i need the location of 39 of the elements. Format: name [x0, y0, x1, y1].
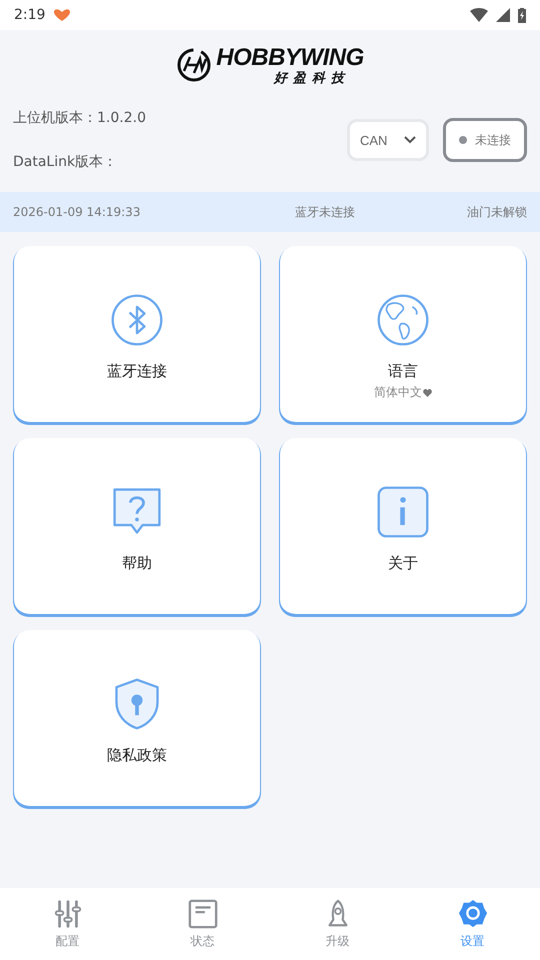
signal-icon [496, 8, 510, 22]
settings-icon [458, 898, 488, 928]
nav-tab[interactable]: 设置 [405, 888, 540, 960]
card-title: 关于 [388, 554, 418, 573]
datalink-version: DataLink版本： [13, 153, 118, 171]
status-dot [459, 136, 467, 144]
menu-card[interactable]: 关于 [280, 438, 526, 616]
brand-subtitle: 好盈科技 [274, 72, 350, 84]
menu-card[interactable]: 蓝牙连接 [14, 246, 260, 424]
info-icon [375, 484, 431, 540]
nav-tab[interactable]: 升级 [270, 888, 405, 960]
menu-card[interactable]: 隐私政策 [14, 630, 260, 808]
chevron-down-icon [404, 136, 416, 144]
datetime: 2026-01-09 14:19:33 [13, 205, 142, 219]
menu-card[interactable]: 语言 简体中文 [280, 246, 526, 424]
battery-icon [518, 8, 526, 22]
brand-name: HOBBYWING [216, 46, 364, 70]
heart-icon [423, 388, 432, 396]
clock: 2:19 [14, 7, 46, 23]
sliders-icon [52, 898, 82, 928]
card-title: 语言 [388, 362, 418, 381]
logo-icon [176, 47, 212, 83]
card-subtitle: 简体中文 [374, 384, 422, 401]
throttle-status: 油门未解锁 [467, 204, 527, 220]
app-version: 上位机版本：1.0.2.0 [13, 109, 147, 127]
card-title: 隐私政策 [107, 746, 167, 765]
bluetooth-status: 蓝牙未连接 [295, 204, 355, 220]
bluetooth-icon [109, 292, 165, 348]
card-title: 蓝牙连接 [107, 362, 167, 381]
protocol-dropdown[interactable]: CAN [347, 119, 429, 161]
connection-button[interactable]: 未连接 [443, 118, 527, 162]
nav-tab[interactable]: 配置 [0, 888, 135, 960]
document-icon [188, 898, 218, 928]
notification-icon [53, 8, 72, 22]
nav-tab[interactable]: 状态 [135, 888, 270, 960]
globe-icon [375, 292, 431, 348]
wifi-icon [470, 8, 488, 22]
card-title: 帮助 [122, 554, 152, 573]
menu-card[interactable]: 帮助 [14, 438, 260, 616]
